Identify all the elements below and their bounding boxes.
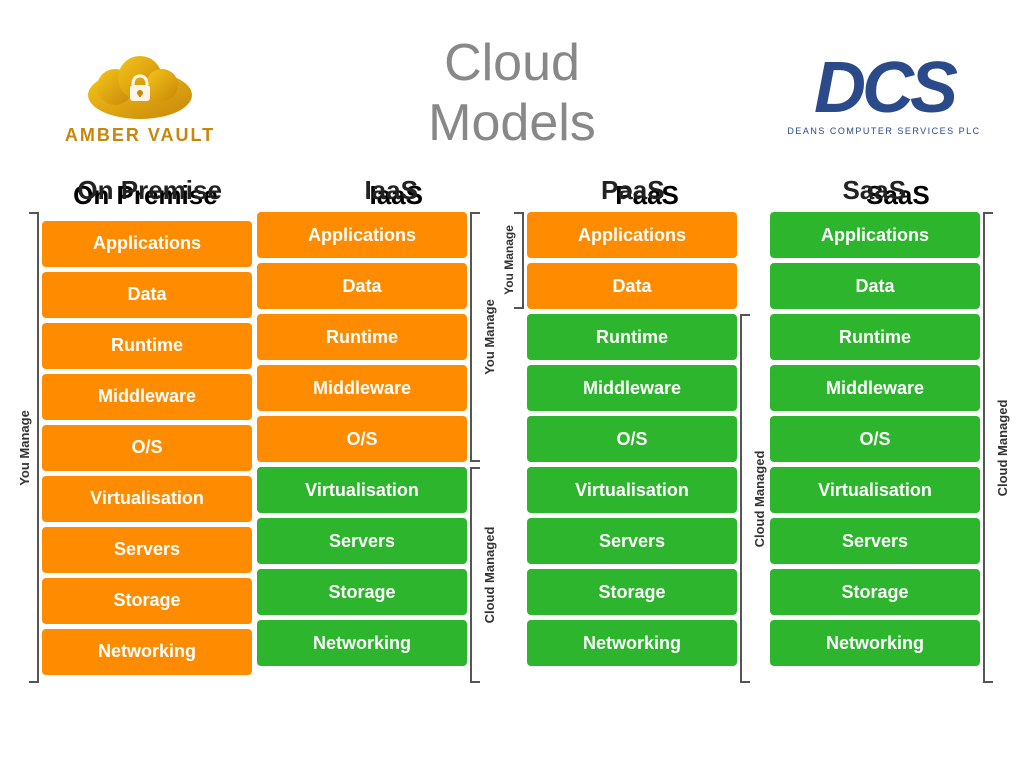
paas-item-8: Networking (527, 620, 737, 666)
paas-item-4: O/S (527, 416, 737, 462)
paas-right-bracket: Cloud Managed (740, 212, 766, 683)
paas-you-manage-label: You Manage (502, 225, 516, 295)
iaas-item-2: Runtime (257, 314, 467, 360)
paas-item-2: Runtime (527, 314, 737, 360)
on-premise-item-1: Data (42, 272, 252, 318)
amber-vault-label: AMBER VAULT (65, 125, 215, 146)
on-premise-item-4: O/S (42, 425, 252, 471)
on-premise-item-8: Networking (42, 629, 252, 675)
hdr-paas: PaaS (526, 175, 740, 206)
paas-wrapper: You Manage Applications Data Runtime Middle… (500, 212, 766, 683)
iaas-item-3: Middleware (257, 365, 467, 411)
hdr-saas: SaaS (767, 175, 981, 206)
saas-item-0: Applications (770, 212, 980, 258)
on-premise-item-3: Middleware (42, 374, 252, 420)
saas-cloud-managed-label: Cloud Managed (995, 399, 1010, 496)
iaas-item-7: Storage (257, 569, 467, 615)
iaas-item-0: Applications (257, 212, 467, 258)
iaas-right-brackets: You Manage Cloud Managed (470, 212, 496, 683)
saas-wrapper: Applications Data Runtime Middleware O/S Virt… (770, 212, 1009, 683)
page-title: Cloud Models (240, 34, 784, 154)
on-premise-item-6: Servers (42, 527, 252, 573)
amber-vault-logo: AMBER VAULT (40, 43, 240, 146)
iaas-item-4: O/S (257, 416, 467, 462)
saas-item-5: Virtualisation (770, 467, 980, 513)
dcs-subtitle: DEANS COMPUTER SERVICES PLC (787, 126, 980, 136)
paas-left-bracket: You Manage (500, 212, 524, 683)
iaas-item-1: Data (257, 263, 467, 309)
iaas-wrapper: Applications Data Runtime Middleware O/S Virt… (257, 212, 496, 683)
saas-item-8: Networking (770, 620, 980, 666)
dcs-logo: DCS DEANS COMPUTER SERVICES PLC (784, 52, 984, 136)
full-layout: On Premise IaaS PaaS SaaS You Manage App… (0, 175, 1024, 683)
saas-item-2: Runtime (770, 314, 980, 360)
iaas-item-6: Servers (257, 518, 467, 564)
op-col-stack: Applications Data Runtime Middleware O/S Virt… (42, 221, 252, 675)
paas-item-3: Middleware (527, 365, 737, 411)
on-premise-item-2: Runtime (42, 323, 252, 369)
paas-cloud-managed-label: Cloud Managed (752, 451, 767, 548)
on-premise-item-0: Applications (42, 221, 252, 267)
saas-item-4: O/S (770, 416, 980, 462)
saas-item-6: Servers (770, 518, 980, 564)
saas-item-3: Middleware (770, 365, 980, 411)
header: AMBER VAULT Cloud Models DCS DEANS COMPU… (0, 0, 1024, 180)
iaas-item-8: Networking (257, 620, 467, 666)
on-premise-item-7: Storage (42, 578, 252, 624)
paas-item-5: Virtualisation (527, 467, 737, 513)
grid-body: You Manage ApplicationsDataRuntimeMiddle… (15, 212, 1009, 683)
paas-item-0: Applications (527, 212, 737, 258)
paas-item-1: Data (527, 263, 737, 309)
paas-item-6: Servers (527, 518, 737, 564)
on-premise-wrapper: You Manage Applications Data Runtime Middle… (15, 212, 252, 683)
paas-item-7: Storage (527, 569, 737, 615)
dcs-letters: DCS (814, 52, 954, 124)
saas-item-1: Data (770, 263, 980, 309)
iaas-you-manage-label: You Manage (482, 299, 497, 375)
amber-vault-cloud-icon (80, 43, 200, 123)
saas-item-7: Storage (770, 569, 980, 615)
iaas-cloud-managed-label: Cloud Managed (482, 527, 497, 624)
hdr-on-premise: On Premise (43, 175, 257, 206)
on-premise-item-5: Virtualisation (42, 476, 252, 522)
iaas-col-stack: Applications Data Runtime Middleware O/S Virt… (257, 212, 467, 666)
saas-col-stack: Applications Data Runtime Middleware O/S Virt… (770, 212, 980, 666)
title-text: Cloud Models (240, 34, 784, 154)
hdr-iaas: IaaS (284, 175, 498, 206)
op-left-bracket: You Manage (15, 212, 39, 683)
saas-right-bracket: Cloud Managed (983, 212, 1009, 683)
iaas-item-5: Virtualisation (257, 467, 467, 513)
op-you-manage-label: You Manage (17, 410, 32, 486)
paas-col-stack: Applications Data Runtime Middleware O/S Virt… (527, 212, 737, 666)
